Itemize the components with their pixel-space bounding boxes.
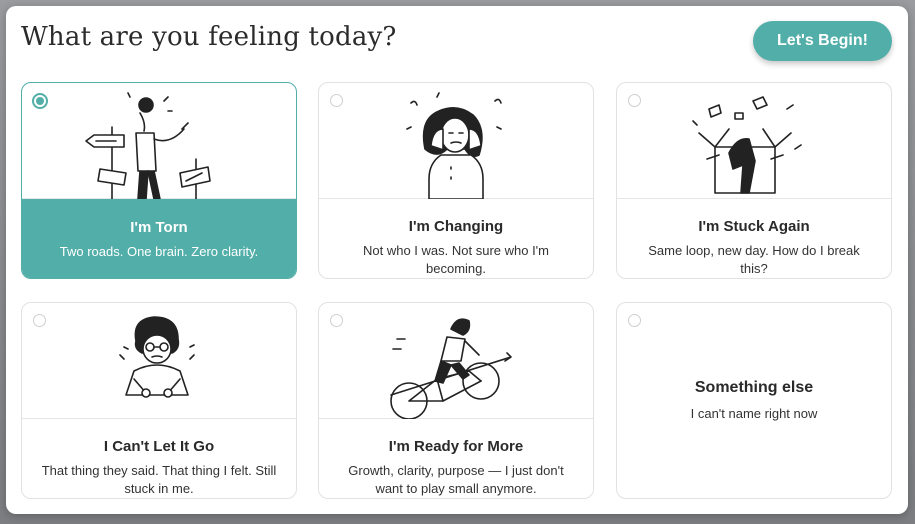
card-description: That thing they said. That thing I felt.… xyxy=(41,463,277,496)
card-description: Growth, clarity, purpose — I just don't … xyxy=(348,463,564,496)
card-body: I'm Ready for More Growth, clarity, purp… xyxy=(319,419,593,498)
card-illustration xyxy=(319,83,593,199)
card-description: Same loop, new day. How do I break this? xyxy=(648,243,860,276)
feeling-card-torn[interactable]: I'm Torn Two roads. One brain. Zero clar… xyxy=(21,82,297,279)
radio-button[interactable] xyxy=(628,94,641,107)
feeling-card-changing[interactable]: I'm Changing Not who I was. Not sure who… xyxy=(318,82,594,279)
card-body: Something else I can't name right now xyxy=(617,303,891,498)
card-title: I'm Changing xyxy=(408,218,504,235)
feeling-card-stuck[interactable]: I'm Stuck Again Same loop, new day. How … xyxy=(616,82,892,279)
anxious-person-illustration-icon xyxy=(119,316,195,398)
card-description: Not who I was. Not sure who I'm becoming… xyxy=(363,243,549,276)
card-illustration xyxy=(319,303,593,419)
card-body: I'm Torn Two roads. One brain. Zero clar… xyxy=(22,199,296,278)
signpost-illustration-icon xyxy=(85,92,211,199)
card-title: I'm Stuck Again xyxy=(698,218,810,235)
radio-button[interactable] xyxy=(32,93,48,109)
card-description: Two roads. One brain. Zero clarity. xyxy=(59,244,259,259)
card-illustration xyxy=(22,303,296,419)
card-description: I can't name right now xyxy=(690,406,818,421)
page-title: What are you feeling today? xyxy=(21,22,397,52)
card-title: I'm Ready for More xyxy=(388,438,524,455)
card-body: I'm Changing Not who I was. Not sure who… xyxy=(319,199,593,278)
feeling-card-something-else[interactable]: Something else I can't name right now xyxy=(616,302,892,499)
card-title: I'm Torn xyxy=(130,219,188,236)
radio-button[interactable] xyxy=(330,314,343,327)
box-stuck-illustration-icon xyxy=(692,96,802,194)
card-title: I Can't Let It Go xyxy=(103,438,215,455)
card-body: I Can't Let It Go That thing they said. … xyxy=(22,419,296,498)
card-illustration xyxy=(22,83,296,199)
radio-button[interactable] xyxy=(330,94,343,107)
overwhelmed-person-illustration-icon xyxy=(406,92,502,199)
card-illustration xyxy=(617,83,891,199)
lets-begin-button[interactable]: Let's Begin! xyxy=(753,21,892,61)
feeling-modal: What are you feeling today? Let's Begin! xyxy=(6,6,908,514)
card-body: I'm Stuck Again Same loop, new day. How … xyxy=(617,199,891,278)
cyclist-illustration-icon xyxy=(390,318,512,419)
card-title: Something else xyxy=(694,379,814,396)
feeling-card-let-go[interactable]: I Can't Let It Go That thing they said. … xyxy=(21,302,297,499)
feeling-card-ready[interactable]: I'm Ready for More Growth, clarity, purp… xyxy=(318,302,594,499)
radio-button[interactable] xyxy=(33,314,46,327)
